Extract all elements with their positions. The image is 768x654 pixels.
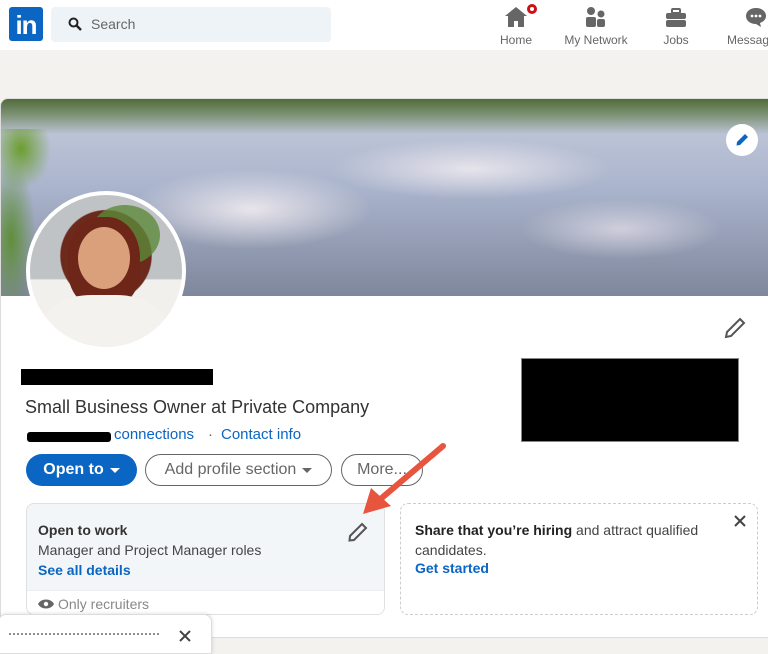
nav-my-network[interactable]: My Network [562, 2, 630, 47]
popup-text-cutoff [9, 633, 159, 641]
close-icon [179, 630, 191, 642]
visibility-row: Only recruiters [27, 590, 384, 614]
search-input[interactable]: Search [51, 7, 331, 42]
nav-label: My Network [564, 33, 628, 47]
caret-down-icon [109, 467, 120, 473]
close-popup-button[interactable] [179, 629, 191, 647]
top-navigation-bar: in Search Home My Network Jobs Messag [0, 0, 768, 50]
get-started-link[interactable]: Get started [415, 560, 489, 576]
button-label: Add profile section [164, 461, 297, 478]
button-label: Open to [43, 461, 104, 478]
photo-detail [44, 295, 164, 347]
profile-photo[interactable] [26, 191, 186, 351]
open-to-work-title: Open to work [38, 522, 128, 538]
nav-home[interactable]: Home [499, 2, 539, 47]
close-icon [734, 515, 746, 527]
notification-badge [525, 2, 539, 16]
profile-headline: Small Business Owner at Private Company [25, 397, 370, 417]
nav-label: Jobs [663, 33, 689, 47]
profile-card: Small Business Owner at Private Company … [0, 98, 768, 638]
contact-info-link[interactable]: Contact info [221, 426, 301, 443]
separator: · [208, 426, 213, 443]
pencil-icon [724, 317, 746, 339]
connections-link[interactable]: connections [114, 426, 194, 443]
hiring-prompt-bold: Share that you’re hiring [415, 522, 573, 538]
share-hiring-card: Share that you’re hiring and attract qua… [400, 503, 758, 615]
search-icon [68, 17, 82, 31]
edit-open-to-work-button[interactable] [348, 522, 368, 547]
hiring-prompt: Share that you’re hiring and attract qua… [415, 520, 715, 560]
caret-down-icon [302, 467, 313, 473]
add-profile-section-button[interactable]: Add profile section [145, 454, 332, 486]
visibility-label: Only recruiters [58, 596, 150, 612]
nav-label: Home [499, 33, 532, 47]
bottom-popup [0, 614, 212, 654]
briefcase-icon [666, 8, 686, 27]
pencil-icon [736, 134, 748, 146]
edit-intro-button[interactable] [724, 317, 746, 344]
more-button[interactable]: More... [341, 454, 423, 486]
nav-jobs[interactable]: Jobs [660, 2, 692, 47]
photo-detail [78, 227, 130, 289]
edit-cover-button[interactable] [726, 124, 758, 156]
network-icon [586, 7, 605, 27]
see-all-details-link[interactable]: See all details [38, 562, 131, 578]
company-info-redacted [521, 358, 739, 442]
profile-name-redacted [21, 369, 213, 385]
connection-count-redacted [27, 432, 111, 442]
dismiss-hiring-button[interactable] [733, 514, 747, 533]
open-to-button[interactable]: Open to [26, 454, 137, 486]
nav-label: Messag [727, 33, 768, 47]
button-label: More... [357, 461, 407, 478]
pencil-icon [348, 522, 368, 542]
linkedin-logo[interactable]: in [9, 7, 43, 41]
search-placeholder: Search [91, 16, 136, 32]
messaging-icon [746, 8, 766, 27]
open-to-work-card: Open to work Manager and Project Manager… [26, 503, 385, 615]
eye-icon [38, 599, 54, 609]
open-to-work-roles: Manager and Project Manager roles [38, 542, 262, 558]
nav-messaging[interactable]: Messag [727, 2, 768, 47]
